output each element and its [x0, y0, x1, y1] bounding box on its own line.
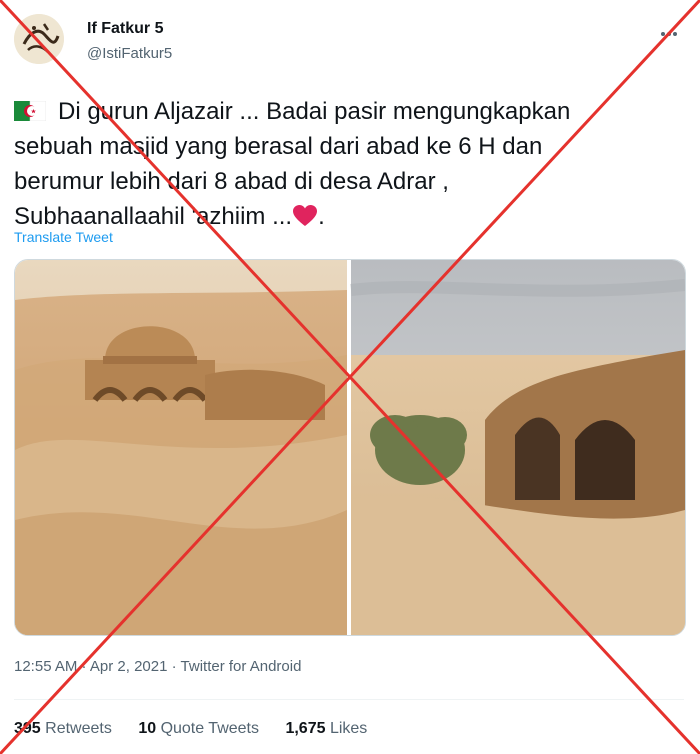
- more-options-button[interactable]: [653, 18, 685, 48]
- calligraphy-avatar-icon: [14, 14, 64, 64]
- tweet-line-2: sebuah masjid yang berasal dari abad ke …: [14, 133, 543, 160]
- tweet-date[interactable]: Apr 2, 2021: [90, 658, 168, 675]
- tweet-media[interactable]: [14, 259, 686, 636]
- tweet-line-1-text: Di gurun Aljazair ... Badai pasir mengun…: [58, 98, 571, 125]
- media-photos: [15, 260, 685, 635]
- quote-tweets-stat[interactable]: 10 Quote Tweets: [138, 720, 259, 737]
- meta-separator: ·: [77, 658, 90, 675]
- retweets-stat[interactable]: 395 Retweets: [14, 720, 112, 737]
- quote-tweets-label: Quote Tweets: [160, 720, 259, 737]
- meta-separator: ·: [167, 658, 181, 675]
- translate-tweet-link[interactable]: Translate Tweet: [14, 229, 113, 245]
- tweet-line-4-suffix: .: [318, 203, 325, 230]
- tweet-line-3: berumur lebih dari 8 abad di desa Adrar …: [14, 168, 449, 195]
- likes-count: 1,675: [285, 720, 326, 737]
- tweet-line-4-text: Subhaanallaahil 'azhiim ...: [14, 203, 293, 230]
- tweet-source[interactable]: Twitter for Android: [181, 658, 302, 675]
- tweet-line-1: Di gurun Aljazair ... Badai pasir mengun…: [14, 94, 694, 129]
- author-display-name[interactable]: If Fatkur 5: [87, 20, 163, 38]
- red-heart-icon: [293, 205, 318, 226]
- algeria-flag-icon: [14, 101, 46, 121]
- photo-right-buried-arches: [350, 260, 685, 635]
- tweet-meta: 12:55 AM · Apr 2, 2021 · Twitter for And…: [14, 658, 301, 675]
- photo-left-mosque-dome: [15, 260, 347, 635]
- retweets-count: 395: [14, 720, 41, 737]
- tweet-time[interactable]: 12:55 AM: [14, 658, 77, 675]
- more-dots-icon: [661, 32, 677, 36]
- tweet-text: Di gurun Aljazair ... Badai pasir mengun…: [14, 94, 694, 234]
- tweet-line-4: Subhaanallaahil 'azhiim ... .: [14, 199, 694, 234]
- divider: [14, 699, 684, 700]
- avatar[interactable]: [14, 14, 64, 64]
- author-handle[interactable]: @IstiFatkur5: [87, 45, 172, 62]
- tweet-stats: 395 Retweets 10 Quote Tweets 1,675 Likes: [14, 720, 389, 738]
- likes-label: Likes: [329, 720, 368, 737]
- quote-tweets-count: 10: [138, 720, 157, 737]
- retweets-label: Retweets: [45, 720, 112, 737]
- likes-stat[interactable]: 1,675 Likes: [285, 720, 367, 737]
